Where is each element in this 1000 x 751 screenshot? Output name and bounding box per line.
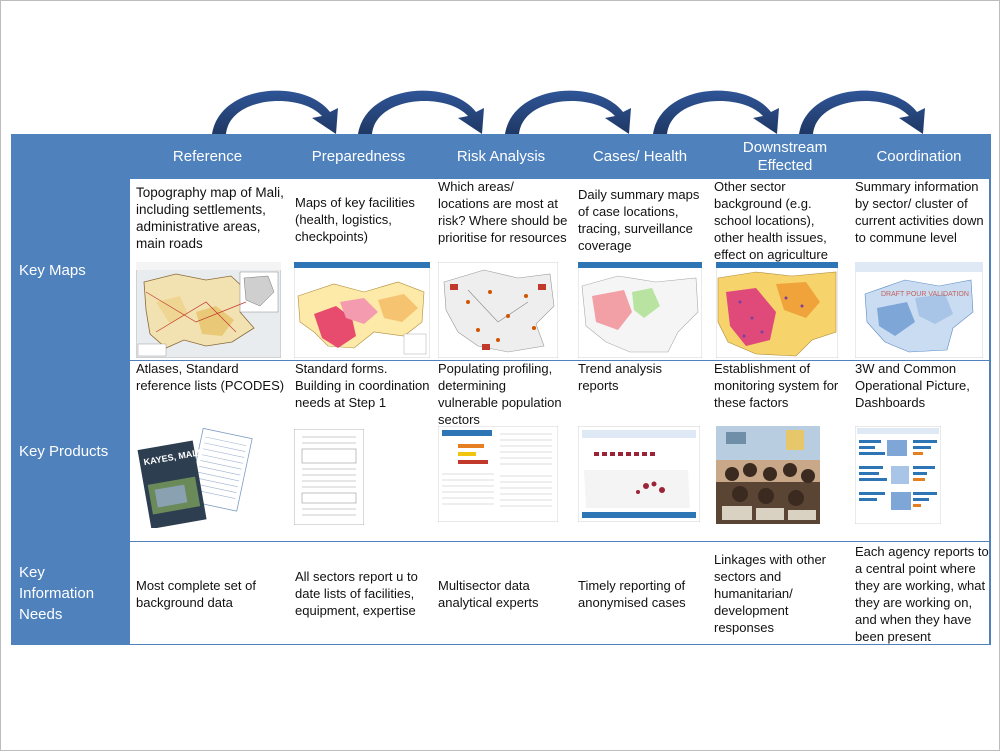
column-header-cases-health: Cases/ Health bbox=[592, 147, 688, 165]
thumbnail-dashboard bbox=[855, 426, 941, 524]
cell-products-reference: Atlases, Standard reference lists (PCODE… bbox=[136, 361, 285, 393]
matrix-table: Reference Preparedness Risk Analysis Cas… bbox=[11, 134, 991, 645]
flow-arrows bbox=[212, 90, 925, 134]
cell-needs-coordination: Each agency reports to a central point w… bbox=[855, 544, 989, 644]
row-divider bbox=[11, 644, 991, 645]
thumbnail-atlas: KAYES, MALI bbox=[137, 427, 253, 528]
cell-products-downstream: Establishment of monitoring system for t… bbox=[714, 361, 839, 410]
column-header-reference: Reference bbox=[172, 147, 243, 165]
column-header-risk-analysis: Risk Analysis bbox=[456, 147, 546, 165]
row-label-key-maps: Key Maps bbox=[19, 261, 86, 279]
row-divider bbox=[11, 541, 991, 542]
table-right-border bbox=[989, 179, 991, 645]
thumbnail-standard-form bbox=[294, 429, 364, 525]
thumbnail-classroom-photo bbox=[716, 426, 820, 524]
cell-maps-risk-analysis: Which areas/ locations are most at risk?… bbox=[438, 179, 568, 245]
column-header-coordination: Coordination bbox=[876, 147, 962, 165]
cell-maps-reference: Topography map of Mali, including settle… bbox=[136, 185, 284, 251]
cell-products-coordination: 3W and Common Operational Picture, Dashb… bbox=[855, 361, 970, 410]
cell-needs-risk-analysis: Multisector data analytical experts bbox=[438, 578, 539, 610]
cell-maps-downstream: Other sector background (e.g. school loc… bbox=[714, 179, 828, 262]
row-label-key-information-needs: Key Information Needs bbox=[19, 564, 95, 623]
cell-maps-preparedness: Maps of key facilities (health, logistic… bbox=[295, 195, 415, 244]
column-header-downstream-effected: Downstream Effected bbox=[742, 138, 828, 174]
flow-arrow-4 bbox=[653, 90, 779, 134]
thumbnail-topography-map bbox=[136, 262, 281, 358]
flow-arrow-3 bbox=[505, 90, 631, 134]
cell-needs-cases-health: Timely reporting of anonymised cases bbox=[578, 578, 686, 610]
cell-products-cases-health: Trend analysis reports bbox=[578, 361, 663, 393]
cell-maps-coordination: Summary information by sector/ cluster o… bbox=[855, 179, 984, 245]
cell-products-risk-analysis: Populating profiling, determining vulner… bbox=[438, 361, 562, 427]
draft-watermark: DRAFT POUR VALIDATION bbox=[881, 291, 969, 298]
cell-products-preparedness: Standard forms. Building in coordination… bbox=[295, 361, 430, 410]
flow-arrow-1 bbox=[212, 90, 338, 134]
cell-maps-cases-health: Daily summary maps of case locations, tr… bbox=[578, 187, 700, 253]
cell-needs-preparedness: All sectors report u to date lists of fa… bbox=[295, 569, 418, 618]
cell-needs-reference: Most complete set of background data bbox=[136, 578, 256, 610]
flow-arrow-2 bbox=[358, 90, 484, 134]
thumbnail-trend-report bbox=[578, 426, 700, 522]
thumbnail-population-profile bbox=[438, 426, 558, 522]
thumbnail-risk-map bbox=[438, 262, 558, 358]
thumbnail-coordination-map: DRAFT POUR VALIDATION bbox=[855, 262, 983, 358]
thumbnail-facilities-map bbox=[294, 262, 430, 358]
thumbnail-cases-map bbox=[578, 262, 702, 358]
cell-needs-downstream: Linkages with other sectors and humanita… bbox=[714, 552, 827, 635]
row-label-key-products: Key Products bbox=[19, 443, 109, 460]
thumbnail-downstream-map bbox=[716, 262, 838, 358]
flow-arrow-5 bbox=[799, 90, 925, 134]
column-header-preparedness: Preparedness bbox=[311, 147, 406, 165]
